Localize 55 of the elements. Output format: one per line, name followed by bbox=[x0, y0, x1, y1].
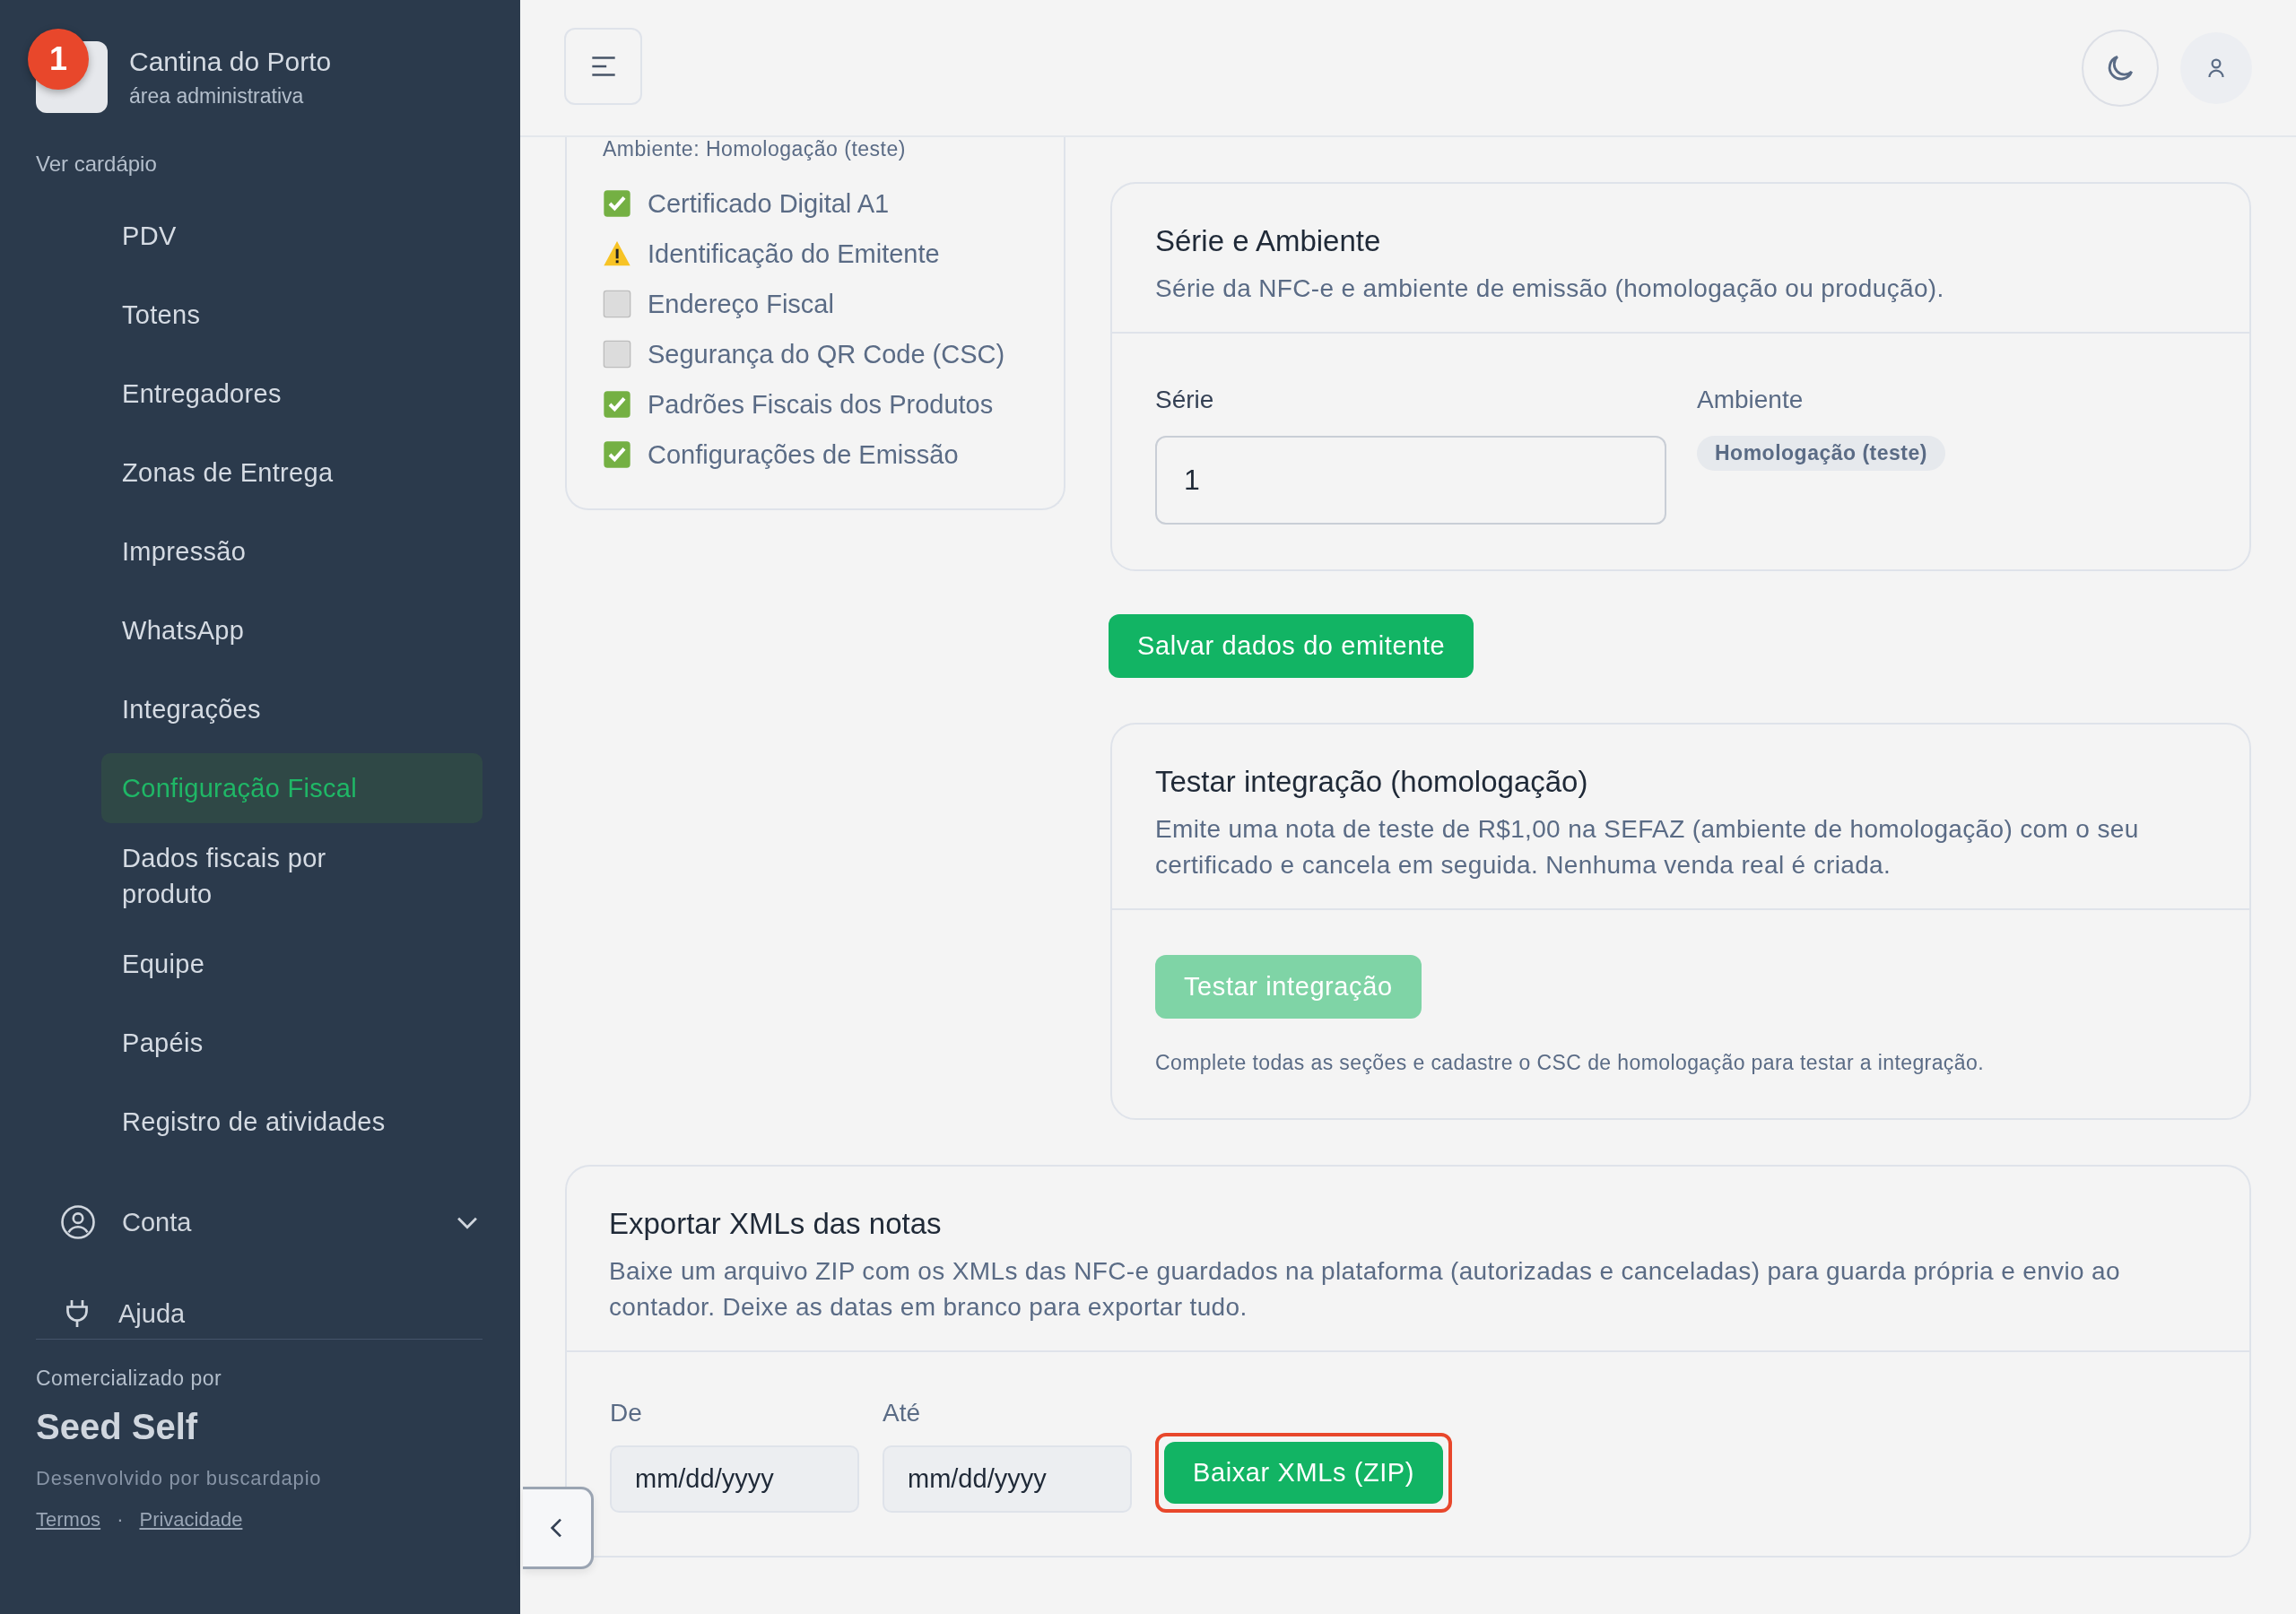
brand-name: Cantina do Porto bbox=[129, 46, 332, 77]
privacy-link[interactable]: Privacidade bbox=[139, 1508, 243, 1532]
collapse-sidebar-button[interactable] bbox=[523, 1487, 594, 1569]
environment-text: Ambiente: Homologação (teste) bbox=[603, 137, 907, 161]
sidebar-item[interactable]: Totens bbox=[101, 280, 483, 350]
terms-link[interactable]: Termos bbox=[36, 1508, 101, 1532]
step-badge: 1 bbox=[28, 29, 89, 90]
sidebar-item[interactable]: Configuração Fiscal bbox=[101, 753, 483, 823]
sidebar-item[interactable]: Equipe bbox=[101, 929, 483, 999]
check-icon bbox=[603, 390, 631, 419]
card-description: Emite uma nota de teste de R$1,00 na SEFAZ (ambiente de homologação) com o seu certificado e cancela em seguida. Nenhuma venda real é criada. bbox=[1155, 814, 2140, 881]
card-title: Série e Ambiente bbox=[1155, 224, 1382, 258]
sidebar-item[interactable]: Papéis bbox=[101, 1008, 483, 1078]
date-input[interactable]: mm/dd/yyyy bbox=[610, 1445, 859, 1513]
sidebar-item[interactable]: WhatsApp bbox=[101, 595, 483, 665]
menu-button[interactable] bbox=[564, 27, 642, 105]
empty-square-icon bbox=[603, 340, 631, 369]
separator-dot: · bbox=[117, 1508, 124, 1532]
field-label: Série bbox=[1155, 386, 1215, 415]
sidebar-item[interactable]: Impressão bbox=[101, 516, 483, 586]
brand-subtitle: área administrativa bbox=[129, 83, 305, 108]
checklist-item: Identificação do Emitente bbox=[648, 239, 940, 269]
menu-link[interactable]: Ver cardápio bbox=[36, 152, 157, 177]
hint-text: Complete todas as seções e cadastre o CSC de homologação para testar a integração. bbox=[1155, 1051, 1985, 1075]
card-description: Baixe um arquivo ZIP com os XMLs das NFC-e guardados na plataforma (autorizadas e canceladas) para guarda própria e envio ao contador. Deixe as datas em branco para exportar tudo. bbox=[609, 1256, 2121, 1323]
warning-icon bbox=[603, 239, 631, 268]
series-input[interactable]: 1 bbox=[1155, 436, 1666, 525]
sidebar-item[interactable]: Registro de atividades bbox=[101, 1087, 483, 1157]
vendor-name: Seed Self bbox=[36, 1407, 199, 1447]
checklist-item: Certificado Digital A1 bbox=[648, 188, 890, 219]
checklist-item: Configurações de Emissão bbox=[648, 439, 959, 470]
marketed-by-label: Comercializado por bbox=[36, 1367, 223, 1391]
card-title: Testar integração (homologação) bbox=[1155, 765, 1589, 799]
field-label: Até bbox=[883, 1399, 922, 1428]
sidebar-item[interactable]: PDV bbox=[101, 201, 483, 271]
sidebar-item[interactable]: Dados fiscais por produto bbox=[101, 832, 483, 920]
date-input[interactable]: mm/dd/yyyy bbox=[883, 1445, 1132, 1513]
card-title: Exportar XMLs das notas bbox=[609, 1207, 943, 1241]
sidebar-item[interactable]: Zonas de Entrega bbox=[101, 438, 483, 508]
sidebar-item[interactable]: Entregadores bbox=[101, 359, 483, 429]
user-icon bbox=[59, 1203, 97, 1241]
field-label: Ambiente bbox=[1697, 386, 1805, 415]
checklist-item: Endereço Fiscal bbox=[648, 289, 834, 319]
field-label: De bbox=[610, 1399, 643, 1428]
empty-square-icon bbox=[603, 290, 631, 318]
help-link[interactable]: Ajuda bbox=[36, 1294, 483, 1333]
environment-tag: Homologação (teste) bbox=[1697, 436, 1945, 471]
developer-credit: Desenvolvido por buscardapio bbox=[36, 1467, 323, 1490]
checklist-item: Segurança do QR Code (CSC) bbox=[648, 339, 1005, 369]
sidebar-item[interactable]: Integrações bbox=[101, 674, 483, 744]
account-menu[interactable]: Conta bbox=[36, 1195, 483, 1249]
checklist-item: Padrões Fiscais dos Produtos bbox=[648, 389, 994, 420]
check-icon bbox=[603, 440, 631, 469]
card-description: Série da NFC-e e ambiente de emissão (homologação ou produção). bbox=[1155, 273, 1945, 304]
check-icon bbox=[603, 189, 631, 218]
